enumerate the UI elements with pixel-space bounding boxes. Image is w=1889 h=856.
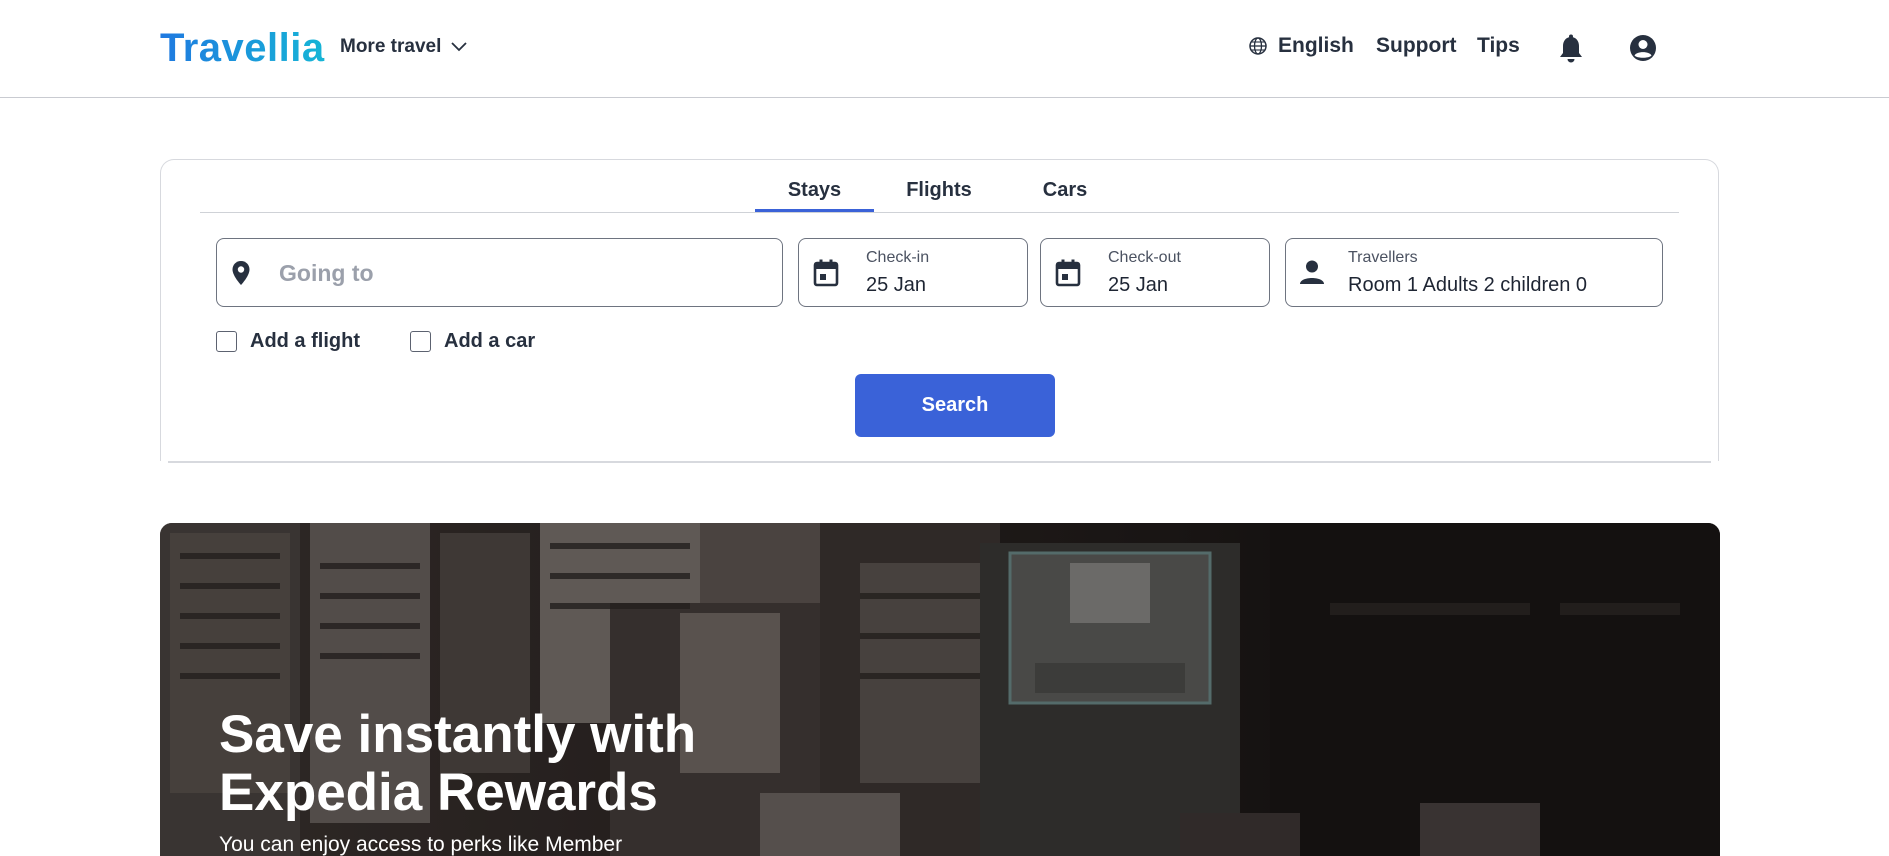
language-label: English <box>1278 34 1354 57</box>
account-icon[interactable] <box>1629 34 1657 62</box>
destination-placeholder: Going to <box>279 260 374 286</box>
tab-stays[interactable]: Stays <box>755 179 874 202</box>
support-link[interactable]: Support <box>1376 34 1456 58</box>
add-flight-label: Add a flight <box>250 330 360 352</box>
travellers-field[interactable]: Travellers Room 1 Adults 2 children 0 <box>1285 238 1663 307</box>
globe-icon <box>1249 37 1267 55</box>
language-selector[interactable]: English <box>1248 34 1354 58</box>
travellers-label: Travellers <box>1348 249 1418 266</box>
travellers-value: Room 1 Adults 2 children 0 <box>1348 274 1588 296</box>
checkin-label: Check-in <box>866 249 930 266</box>
checkout-label: Check-out <box>1108 249 1181 266</box>
destination-input[interactable]: Going to <box>216 238 783 307</box>
search-card-divider <box>168 461 1711 463</box>
chevron-down-icon <box>451 42 468 52</box>
add-car-checkbox[interactable]: Add a car <box>410 330 535 353</box>
tab-cars[interactable]: Cars <box>1030 179 1100 202</box>
more-travel-label: More travel <box>340 36 442 57</box>
checkbox-box[interactable] <box>216 331 237 352</box>
rewards-hero-banner[interactable]: Save instantly with Expedia Rewards You … <box>160 523 1720 856</box>
tips-link[interactable]: Tips <box>1477 34 1520 58</box>
checkbox-box[interactable] <box>410 331 431 352</box>
hero-title: Save instantly with Expedia Rewards <box>219 705 697 822</box>
checkout-value: 25 Jan <box>1108 274 1169 296</box>
checkout-field[interactable]: Check-out 25 Jan <box>1040 238 1270 307</box>
active-tab-indicator <box>755 209 874 212</box>
add-flight-checkbox[interactable]: Add a flight <box>216 330 360 353</box>
checkin-value: 25 Jan <box>866 274 927 296</box>
more-travel-menu[interactable]: More travel <box>340 36 468 58</box>
calendar-icon <box>1055 259 1081 287</box>
tabs-divider <box>200 212 1679 213</box>
top-header: Travellia More travel English Support Ti… <box>0 0 1889 98</box>
location-pin-icon <box>232 261 250 285</box>
notifications-bell-icon[interactable] <box>1558 34 1584 64</box>
person-icon <box>1300 260 1324 284</box>
tab-flights[interactable]: Flights <box>895 179 983 202</box>
travellia-logo[interactable]: Travellia <box>160 26 325 71</box>
calendar-icon <box>813 259 839 287</box>
search-button[interactable]: Search <box>855 374 1055 437</box>
hero-subtitle: You can enjoy access to perks like Membe… <box>219 833 623 856</box>
checkin-field[interactable]: Check-in 25 Jan <box>798 238 1028 307</box>
add-car-label: Add a car <box>444 330 536 352</box>
